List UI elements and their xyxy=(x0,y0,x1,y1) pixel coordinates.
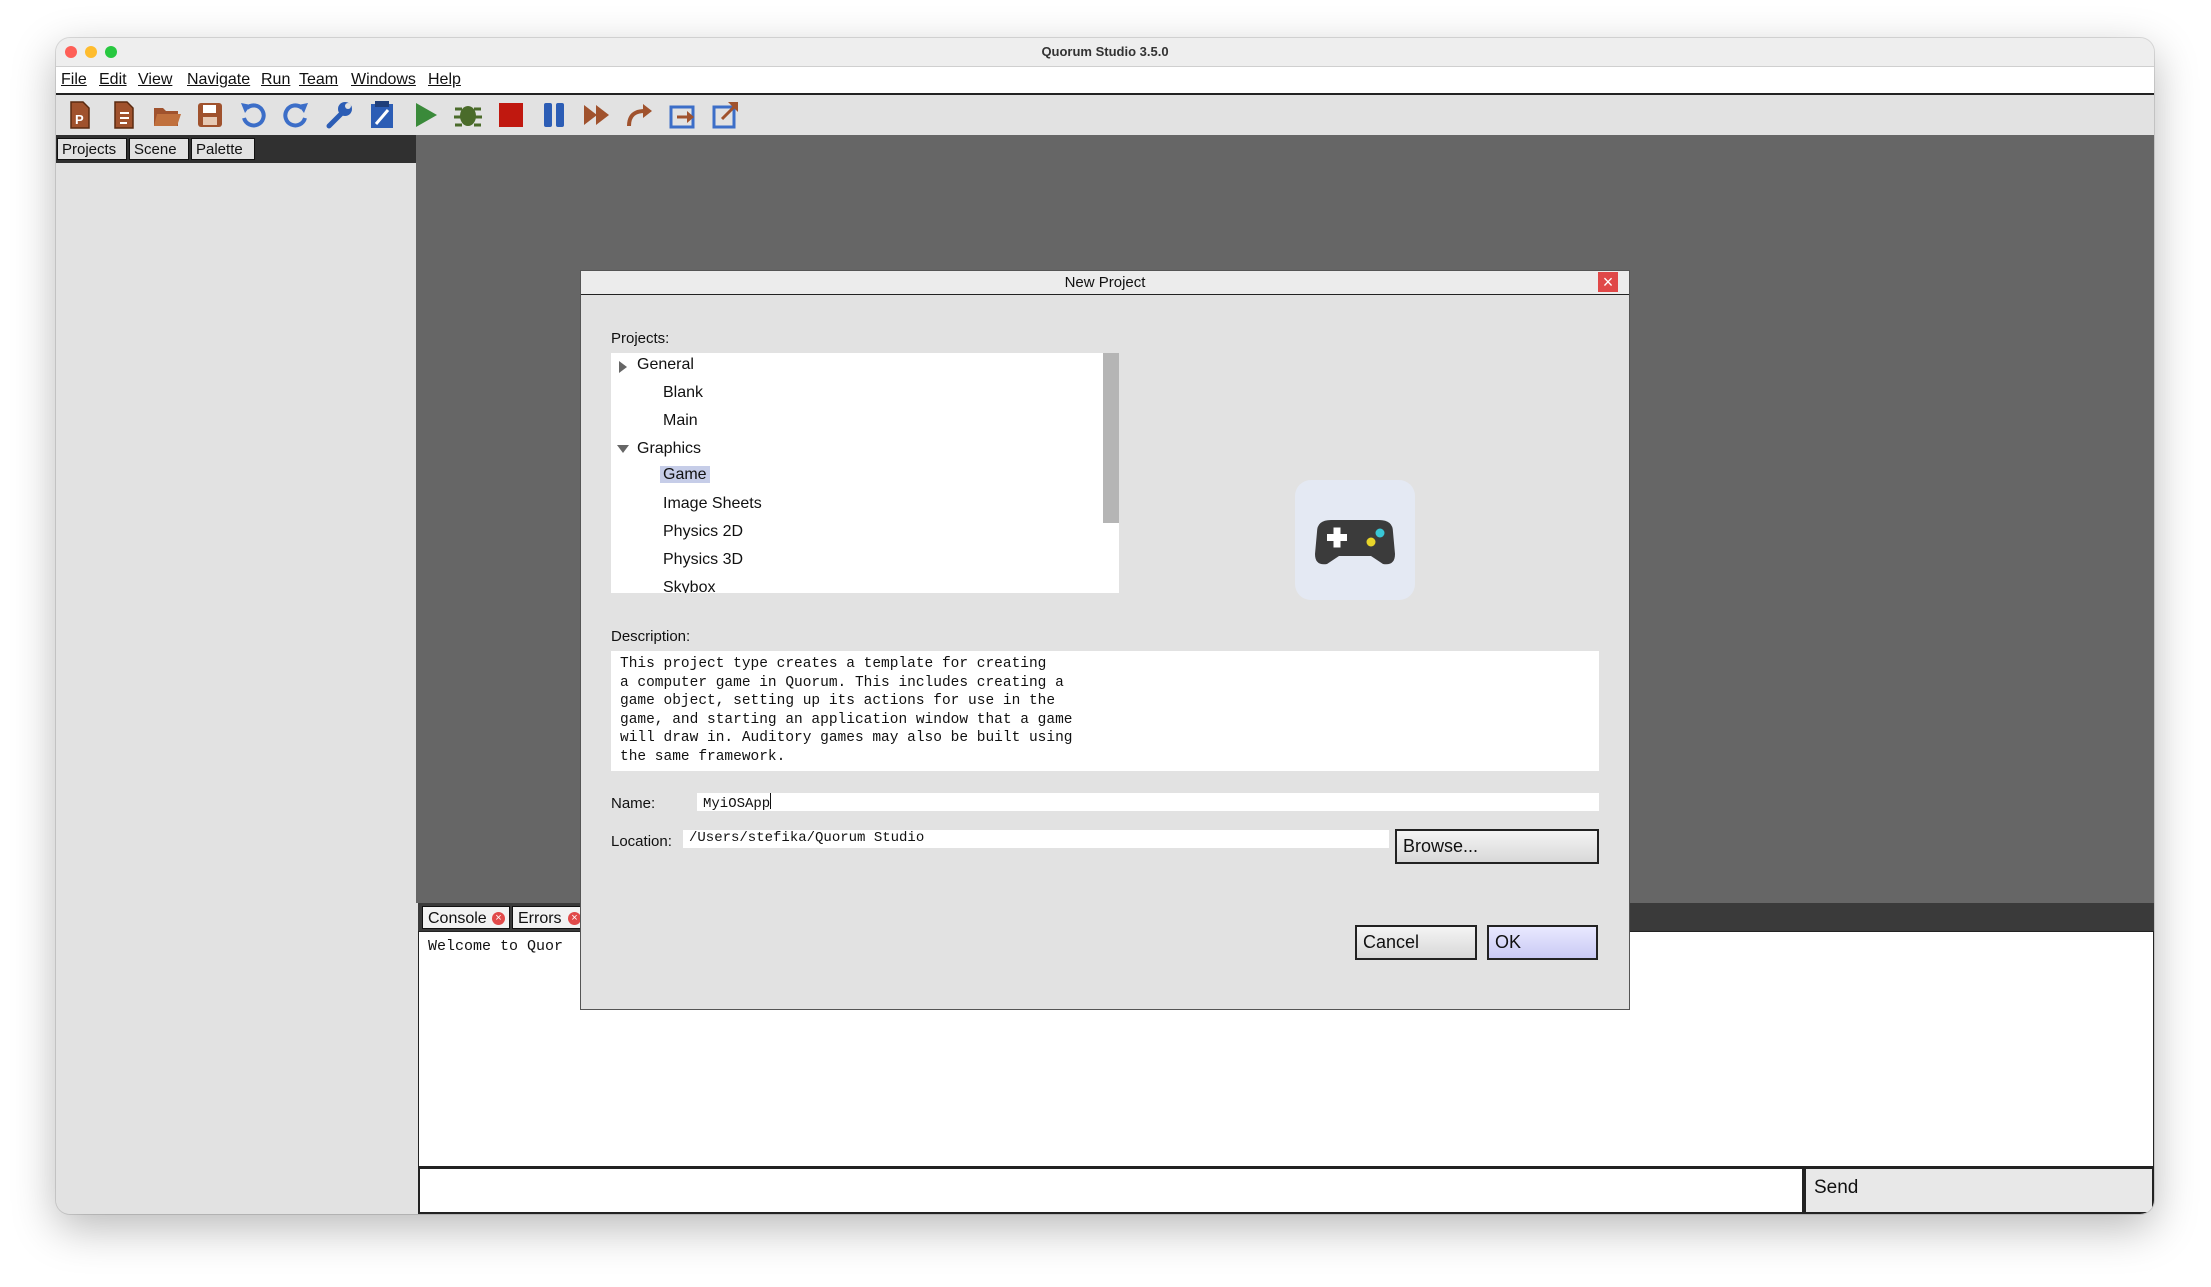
tree-scrollbar[interactable] xyxy=(1103,353,1119,593)
new-file-icon[interactable] xyxy=(108,99,140,131)
tab-errors[interactable]: Errors × xyxy=(512,906,586,929)
window-title: Quorum Studio 3.5.0 xyxy=(1041,44,1169,59)
toolbar: P xyxy=(56,95,2154,135)
description-box: This project type creates a template for… xyxy=(611,651,1599,771)
svg-text:P: P xyxy=(75,112,84,127)
step-over-icon[interactable] xyxy=(624,99,656,131)
menu-edit[interactable]: Edit xyxy=(99,71,127,89)
tree-node-blank[interactable]: Blank xyxy=(663,384,703,402)
tree-node-graphics[interactable]: Graphics xyxy=(617,440,701,458)
menu-file[interactable]: File xyxy=(61,71,87,89)
tree-node-main[interactable]: Main xyxy=(663,412,698,430)
redo-icon[interactable] xyxy=(280,99,312,131)
project-type-tree[interactable]: General Blank Main Graphics Game Image S… xyxy=(611,353,1103,593)
wrench-icon[interactable] xyxy=(323,99,355,131)
close-icon[interactable]: × xyxy=(1598,272,1618,292)
menu-team[interactable]: Team xyxy=(299,71,338,89)
cancel-button[interactable]: Cancel xyxy=(1355,925,1477,960)
tab-console[interactable]: Console × xyxy=(422,906,510,929)
name-field[interactable]: MyiOSApp xyxy=(697,793,1599,812)
tree-node-skybox[interactable]: Skybox xyxy=(663,579,715,593)
chevron-right-icon[interactable] xyxy=(619,361,627,373)
run-icon[interactable] xyxy=(409,99,441,131)
open-folder-icon[interactable] xyxy=(151,99,183,131)
location-field-value: /Users/stefika/Quorum Studio xyxy=(689,830,925,846)
menu-bar: File Edit View Navigate Run Team Windows… xyxy=(56,67,2154,95)
description-label: Description: xyxy=(611,628,691,645)
pause-icon[interactable] xyxy=(538,99,570,131)
menu-view[interactable]: View xyxy=(138,71,172,89)
tree-node-physics-2d[interactable]: Physics 2D xyxy=(663,523,743,541)
projects-panel: Projects Scene Palette xyxy=(56,135,416,1214)
send-button[interactable]: Send xyxy=(1804,1167,2154,1214)
left-tab-strip: Projects Scene Palette xyxy=(56,135,416,163)
menu-help[interactable]: Help xyxy=(428,71,461,89)
text-cursor xyxy=(770,793,772,809)
new-project-icon[interactable]: P xyxy=(64,99,96,131)
ok-button[interactable]: OK xyxy=(1487,925,1598,960)
menu-run[interactable]: Run xyxy=(261,71,290,89)
step-out-icon[interactable] xyxy=(710,99,742,131)
tab-projects[interactable]: Projects xyxy=(57,138,127,160)
browse-button[interactable]: Browse... xyxy=(1395,829,1599,864)
gamepad-icon xyxy=(1295,480,1415,600)
tree-node-image-sheets[interactable]: Image Sheets xyxy=(663,495,762,513)
step-into-icon[interactable] xyxy=(667,99,699,131)
stop-icon[interactable] xyxy=(495,99,527,131)
tree-scrollbar-thumb[interactable] xyxy=(1103,353,1119,523)
close-icon[interactable]: × xyxy=(492,912,505,925)
clean-build-icon[interactable] xyxy=(366,99,398,131)
tab-palette[interactable]: Palette xyxy=(191,138,255,160)
save-icon[interactable] xyxy=(194,99,226,131)
chevron-down-icon[interactable] xyxy=(617,445,629,453)
tree-node-physics-3d[interactable]: Physics 3D xyxy=(663,551,743,569)
name-field-value: MyiOSApp xyxy=(703,796,771,812)
menu-windows[interactable]: Windows xyxy=(351,71,416,89)
tree-node-game[interactable]: Game xyxy=(660,466,710,484)
debug-icon[interactable] xyxy=(452,99,484,131)
name-label: Name: xyxy=(611,795,656,812)
menu-navigate[interactable]: Navigate xyxy=(187,71,250,89)
tab-errors-label: Errors xyxy=(518,910,562,927)
dialog-title: New Project × xyxy=(581,271,1629,295)
location-field[interactable]: /Users/stefika/Quorum Studio xyxy=(683,830,1389,848)
dialog-title-text: New Project xyxy=(1064,274,1146,291)
location-label: Location: xyxy=(611,833,672,850)
tab-scene[interactable]: Scene xyxy=(129,138,189,160)
command-input[interactable] xyxy=(418,1167,1804,1214)
title-bar: Quorum Studio 3.5.0 xyxy=(56,38,2154,67)
tree-node-general[interactable]: General xyxy=(617,356,694,374)
console-text: Welcome to Quor xyxy=(428,938,564,955)
tab-console-label: Console xyxy=(428,910,487,927)
description-text: This project type creates a template for… xyxy=(620,656,1073,765)
new-project-dialog: New Project × Projects: General Blank Ma… xyxy=(580,270,1630,1010)
undo-icon[interactable] xyxy=(237,99,269,131)
continue-icon[interactable] xyxy=(581,99,613,131)
projects-label: Projects: xyxy=(611,330,670,347)
